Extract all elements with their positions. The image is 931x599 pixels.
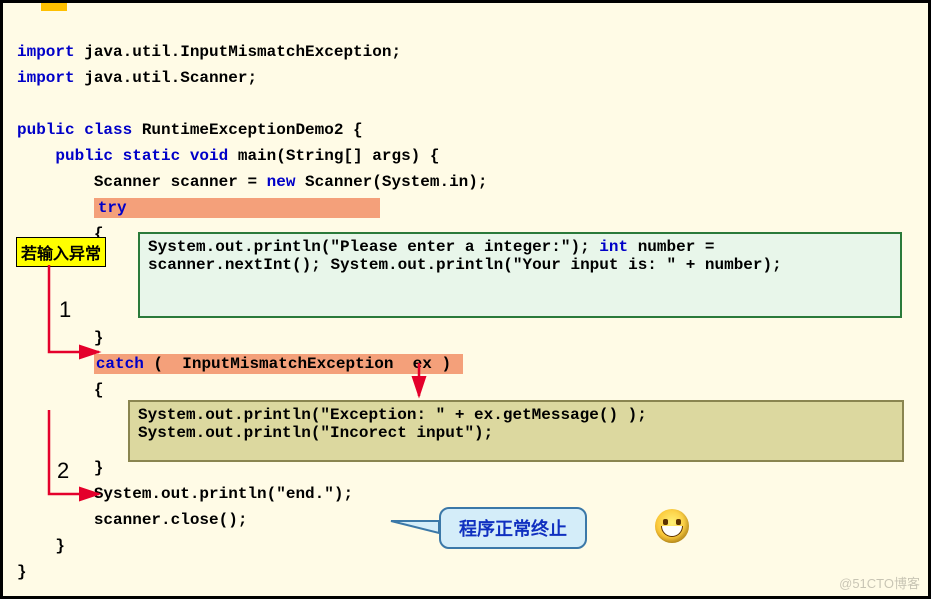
txt-endline: System.out.println("end."); — [17, 485, 353, 503]
indent-try — [17, 199, 94, 217]
indent-catch — [17, 355, 94, 373]
kw-import: import — [17, 43, 75, 61]
txt-classname: RuntimeExceptionDemo2 { — [132, 121, 362, 139]
tag-input-exception: 若输入异常 — [16, 237, 106, 267]
txt-mainrest: main(String[] args) { — [228, 147, 439, 165]
catch-body-box: System.out.println("Exception: " + ex.ge… — [128, 400, 904, 462]
try-body-box: System.out.println("Please enter a integ… — [138, 232, 902, 318]
watermark: @51CTO博客 — [839, 573, 920, 592]
txt-catch-rest: ( InputMismatchException ex ) — [144, 355, 461, 373]
txt-scanner-post: Scanner(System.in); — [295, 173, 487, 191]
kw-catch: catch — [96, 355, 144, 373]
kw-maindecl: public static void — [17, 147, 228, 165]
txt-import1: java.util.InputMismatchException; — [75, 43, 401, 61]
txt-closeline: scanner.close(); — [17, 511, 247, 529]
brace-class: } — [17, 563, 27, 581]
try-line1: System.out.println("Please enter a integ… — [148, 238, 590, 256]
step-number-2: 2 — [57, 458, 69, 484]
catch-line1: System.out.println("Exception: " + ex.ge… — [138, 406, 647, 424]
kw-int: int — [599, 238, 628, 256]
txt-scanner-pre: Scanner scanner = — [17, 173, 267, 191]
txt-import2: java.util.Scanner; — [75, 69, 257, 87]
callout-normal-exit: 程序正常终止 — [439, 507, 587, 549]
kw-import: import — [17, 69, 75, 87]
smiley-icon — [655, 509, 689, 543]
kw-classdecl: public class — [17, 121, 132, 139]
top-strip — [41, 1, 67, 11]
brace-main: } — [17, 537, 65, 555]
step-number-1: 1 — [59, 297, 71, 323]
brace2o: { — [17, 381, 103, 399]
code-figure: import java.util.InputMismatchException;… — [0, 0, 931, 599]
kw-new: new — [267, 173, 296, 191]
brace1c: } — [17, 329, 103, 347]
try-line3: System.out.println("Your input is: " + n… — [330, 256, 781, 274]
catch-line2: System.out.println("Incorect input"); — [138, 424, 493, 442]
kw-try: try — [94, 198, 380, 218]
